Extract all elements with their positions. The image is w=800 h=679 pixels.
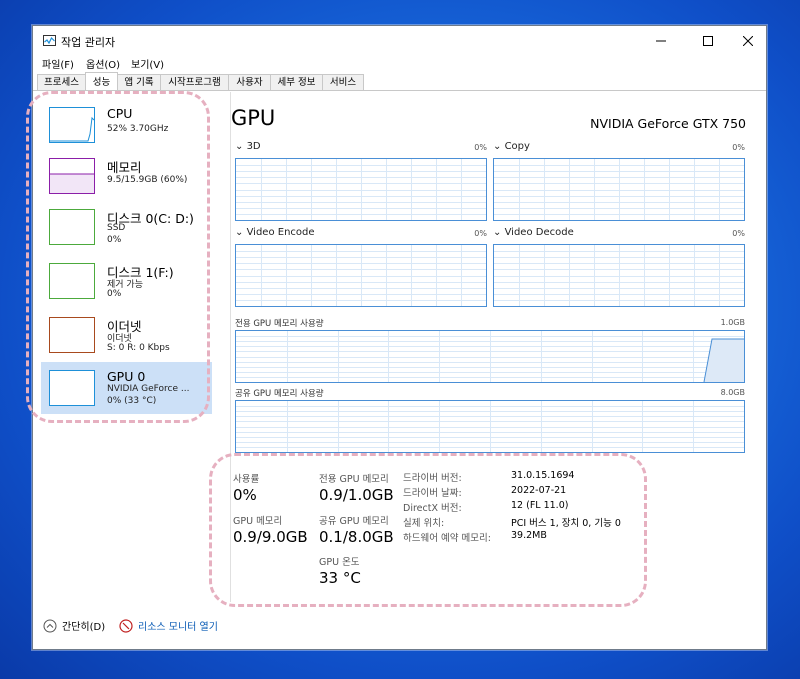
graph-grid [494, 159, 744, 220]
menu-view[interactable]: 보기(V) [131, 56, 164, 71]
tab-processes[interactable]: 프로세스 [37, 74, 86, 90]
tab-app-history[interactable]: 앱 기록 [117, 74, 161, 90]
gpu-model-name: NVIDIA GeForce GTX 750 [590, 116, 746, 131]
close-button[interactable] [730, 26, 766, 56]
dedicated-memory-usage-line [703, 338, 744, 382]
title-bar[interactable]: 작업 관리자 [33, 26, 766, 56]
tab-services[interactable]: 서비스 [322, 74, 364, 90]
shared-memory-max: 8.0GB [720, 388, 745, 397]
close-icon [743, 36, 753, 46]
resource-monitor-label: 리소스 모니터 열기 [138, 622, 218, 633]
engine-percent: 0% [474, 143, 487, 152]
engine-copy-graph [493, 158, 745, 221]
page-title: GPU [231, 106, 276, 130]
dedicated-memory-max: 1.0GB [720, 318, 745, 327]
graph-grid [236, 159, 486, 220]
menu-options[interactable]: 옵션(O) [86, 56, 120, 71]
graph-grid [494, 245, 744, 306]
engine-video-encode-graph [235, 244, 487, 307]
sidebar-highlight-outline [26, 91, 210, 423]
fewer-details-label: 간단히(D) [62, 622, 106, 633]
engine-percent: 0% [732, 229, 745, 238]
task-manager-app-icon [43, 35, 56, 46]
resource-monitor-icon [119, 618, 133, 633]
tab-performance[interactable]: 성능 [85, 72, 118, 91]
engine-video-decode-graph [493, 244, 745, 307]
tab-startup[interactable]: 시작프로그램 [160, 74, 229, 90]
maximize-icon [703, 36, 713, 46]
engine-label: 3D [246, 141, 261, 152]
dedicated-memory-label: 전용 GPU 메모리 사용량 [235, 319, 324, 329]
maximize-button[interactable] [690, 26, 726, 56]
chevron-up-circle-icon [43, 619, 57, 632]
resource-monitor-link[interactable]: 리소스 모니터 열기 [119, 618, 218, 633]
engine-label: Video Decode [504, 227, 574, 238]
window-title: 작업 관리자 [61, 36, 116, 49]
dedicated-memory-graph [235, 330, 745, 383]
footer: 간단히(D) 리소스 모니터 열기 [33, 608, 766, 648]
stats-highlight-outline [209, 453, 647, 607]
engine-label: Video Encode [246, 227, 315, 238]
engine-percent: 0% [732, 143, 745, 152]
chevron-down-icon[interactable]: ⌄ [235, 141, 247, 152]
menu-file[interactable]: 파일(F) [42, 56, 74, 71]
chevron-down-icon[interactable]: ⌄ [493, 227, 505, 238]
tab-details[interactable]: 세부 정보 [270, 74, 323, 90]
shared-memory-graph [235, 400, 745, 453]
shared-memory-label: 공유 GPU 메모리 사용량 [235, 389, 324, 399]
minimize-button[interactable] [643, 26, 679, 56]
minimize-icon [656, 40, 666, 42]
engine-percent: 0% [474, 229, 487, 238]
graph-grid [236, 401, 744, 452]
chevron-down-icon[interactable]: ⌄ [235, 227, 247, 238]
graph-grid [236, 245, 486, 306]
fewer-details-button[interactable]: 간단히(D) [43, 618, 105, 633]
chevron-down-icon[interactable]: ⌄ [493, 141, 505, 152]
engine-label: Copy [504, 141, 530, 152]
tab-users[interactable]: 사용자 [228, 74, 271, 90]
task-manager-window: 작업 관리자 파일(F) 옵션(O) 보기(V) 프로세스 성능 앱 기록 시작… [26, 25, 767, 650]
engine-3d-graph [235, 158, 487, 221]
